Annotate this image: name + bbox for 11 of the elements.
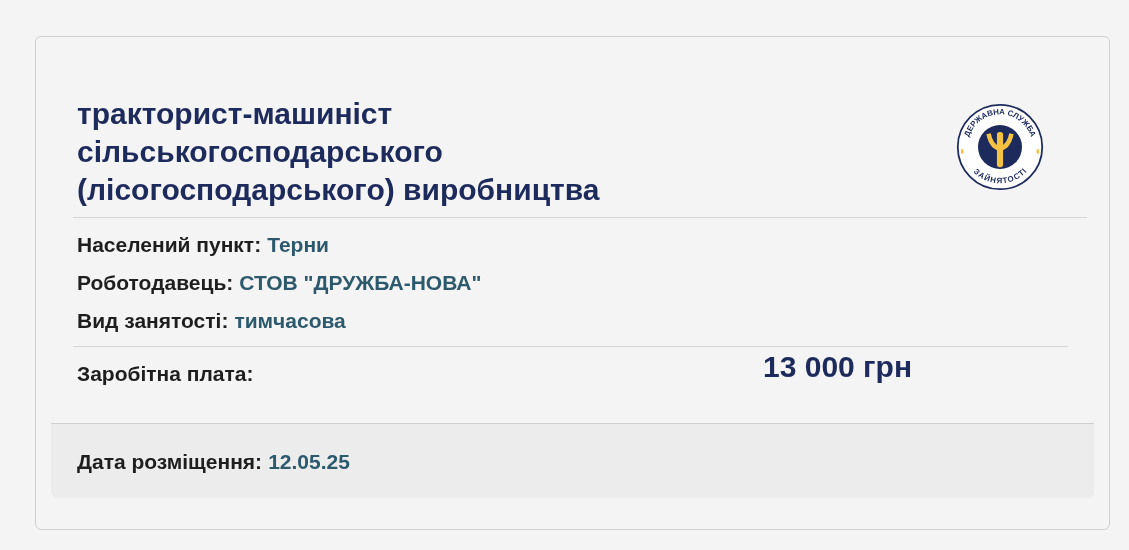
detail-value: тимчасова bbox=[234, 309, 346, 332]
date-label: Дата розміщення: bbox=[77, 450, 263, 473]
detail-label: Роботодавець: bbox=[77, 271, 234, 294]
detail-value: Терни bbox=[267, 233, 329, 256]
detail-value: СТОВ "ДРУЖБА-НОВА" bbox=[239, 271, 482, 294]
date-value: 12.05.25 bbox=[268, 450, 350, 473]
salary-label: Заробітна плата: bbox=[77, 361, 255, 386]
vacancy-title: тракторист-машиніст сільськогосподарського (лісогосподарського) виробництва bbox=[77, 96, 601, 208]
detail-label: Населений пункт: bbox=[77, 233, 262, 256]
detail-label: Вид занятості: bbox=[77, 309, 229, 332]
salary-value: 13 000 грн bbox=[763, 350, 913, 384]
